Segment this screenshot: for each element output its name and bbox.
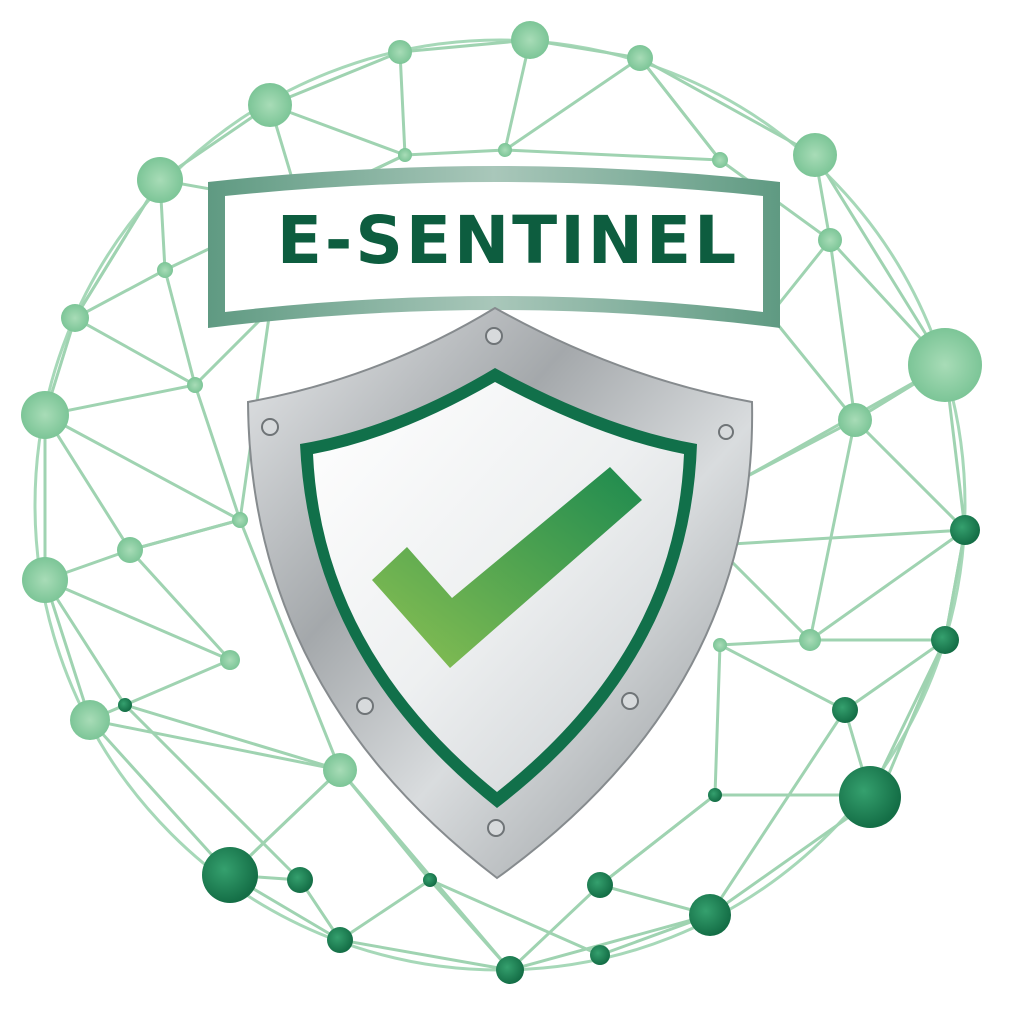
shield-icon <box>246 306 754 880</box>
e-sentinel-logo: E-SENTINEL <box>0 0 1010 1010</box>
logo-artwork <box>21 21 982 984</box>
wordmark-banner <box>208 166 780 328</box>
